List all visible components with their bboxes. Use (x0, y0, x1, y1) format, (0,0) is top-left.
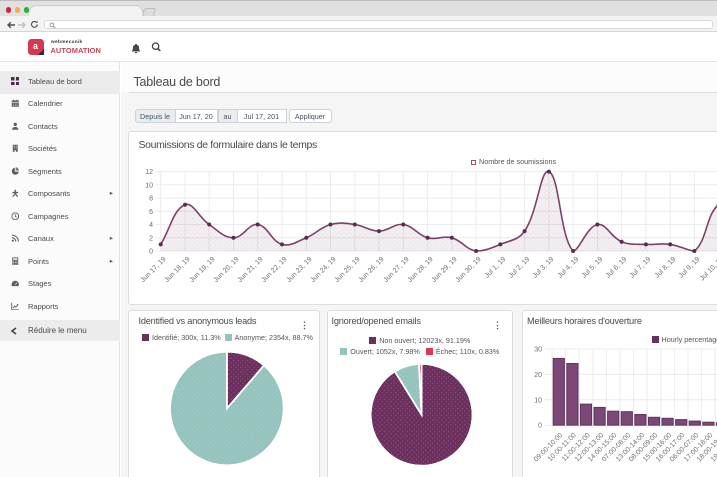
svg-text:20: 20 (534, 371, 542, 378)
svg-text:12: 12 (145, 169, 153, 176)
svg-text:2: 2 (149, 235, 153, 242)
svg-text:6: 6 (149, 209, 153, 216)
svg-text:0: 0 (149, 249, 153, 256)
svg-text:30: 30 (534, 346, 542, 353)
svg-text:8: 8 (149, 196, 153, 203)
svg-text:0: 0 (538, 422, 542, 429)
svg-text:4: 4 (149, 222, 153, 229)
svg-text:10: 10 (145, 182, 153, 189)
svg-text:10: 10 (534, 397, 542, 404)
